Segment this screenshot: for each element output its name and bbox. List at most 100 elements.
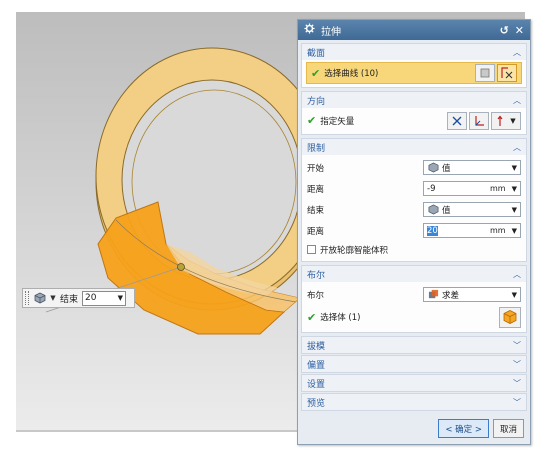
value-cube-icon[interactable] [33,291,47,305]
vector-dialog-button[interactable] [469,111,489,130]
limits-group-body: 开始 值 ▼ 距离 -9 mm ▼ 结束 值 ▼ 距离 20 mm ▼ 开放轮廓… [302,155,526,261]
end-distance-input[interactable]: 20 mm ▼ [423,223,521,238]
end-type-value: 值 [442,205,451,216]
on-screen-input-toolbar: ▼ 结束 20 ▼ [22,288,135,308]
specify-vector-label: 指定矢量 [320,116,355,127]
chevron-down-icon[interactable]: ▼ [512,206,517,214]
open-profile-label: 开放轮廓智能体积 [320,245,389,256]
reverse-direction-button[interactable] [447,111,467,130]
boolean-select[interactable]: 求差 ▼ [423,287,521,302]
section-group-body: ✔ 选择曲线 (10) [302,60,526,87]
end-label: 结束 [307,205,325,216]
start-type-select[interactable]: 值 ▼ [423,160,521,175]
preview-group-header[interactable]: 预览 ﹀ [302,394,526,410]
chevron-down-icon[interactable]: ﹀ [513,397,521,408]
chevron-down-icon[interactable]: ﹀ [513,378,521,389]
direction-group: 方向 ︿ ✔ 指定矢量 ▼ [301,91,527,135]
chevron-down-icon[interactable]: ▼ [49,294,57,302]
specify-vector-row: ✔ 指定矢量 ▼ [307,110,521,131]
limits-group-header[interactable]: 限制 ︿ [302,139,526,155]
boolean-group-body: 布尔 求差 ▼ ✔ 选择体 (1) [302,282,526,332]
start-distance-value: -9 [427,183,436,194]
open-profile-row: 开放轮廓智能体积 [307,241,521,258]
vector-axes-icon [475,115,484,126]
dialog-title: 拉伸 [321,26,341,38]
settings-group-title: 设置 [307,379,326,390]
offset-group-header[interactable]: 偏置 ﹀ [302,356,526,372]
select-curve-button[interactable] [497,64,517,82]
chevron-down-icon[interactable]: ﹀ [513,340,521,351]
sketch-section-button[interactable] [475,64,495,82]
end-distance-label: 距离 [307,226,325,237]
chevron-up-icon[interactable]: ︿ [513,95,521,106]
preview-group-title: 预览 [307,398,326,409]
settings-group-header[interactable]: 设置 ﹀ [302,375,526,391]
extrude-dialog: 拉伸 ↺ ✕ 截面 ︿ ✔ 选择曲线 (10) 方向 ︿ ✔ 指定矢量 ▼ 限制… [297,19,531,445]
checkmark-icon: ✔ [307,114,317,127]
chevron-up-icon[interactable]: ︿ [513,47,521,58]
sketch-icon [480,68,490,78]
preview-group: 预览 ﹀ [301,393,527,411]
open-profile-checkbox[interactable] [307,245,316,254]
ok-button[interactable]: < 确定 > [438,419,489,438]
end-distance-row: 距离 20 mm ▼ [307,220,521,241]
section-group-header[interactable]: 截面 ︿ [302,44,526,60]
boolean-row: 布尔 求差 ▼ [307,284,521,305]
settings-group: 设置 ﹀ [301,374,527,392]
start-row: 开始 值 ▼ [307,157,521,178]
end-distance-input[interactable]: 20 ▼ [82,290,127,306]
boolean-label: 布尔 [307,290,325,301]
chevron-down-icon[interactable]: ▼ [512,227,517,235]
offset-group-title: 偏置 [307,360,326,371]
reverse-direction-icon [452,116,462,125]
chevron-down-icon[interactable]: ▼ [512,291,517,299]
chevron-down-icon[interactable]: ﹀ [513,359,521,370]
select-body-button[interactable] [499,306,521,328]
draft-group-title: 拔模 [307,341,326,352]
draft-group-header[interactable]: 拔模 ﹀ [302,337,526,353]
subtract-icon [427,289,439,301]
curve-select-icon [501,67,513,79]
select-curve-row[interactable]: ✔ 选择曲线 (10) [306,62,522,84]
offset-group: 偏置 ﹀ [301,355,527,373]
gear-icon[interactable] [304,23,315,37]
chevron-down-icon[interactable]: ▼ [118,294,123,302]
direction-group-body: ✔ 指定矢量 ▼ [302,108,526,134]
direction-group-title: 方向 [307,96,326,107]
end-distance-value: 20 [85,293,97,303]
vector-type-dropdown[interactable]: ▼ [491,111,521,130]
start-distance-row: 距离 -9 mm ▼ [307,178,521,199]
end-row: 结束 值 ▼ [307,199,521,220]
end-type-select[interactable]: 值 ▼ [423,202,521,217]
dialog-titlebar[interactable]: 拉伸 ↺ ✕ [298,20,530,40]
boolean-group: 布尔 ︿ 布尔 求差 ▼ ✔ 选择体 (1) [301,265,527,333]
chevron-down-icon[interactable]: ▼ [512,164,517,172]
section-group-title: 截面 [307,48,326,59]
end-unit: mm [490,226,506,235]
cancel-button[interactable]: 取消 [492,419,524,438]
zc-axis-icon [497,115,503,126]
start-label: 开始 [307,163,325,174]
drag-handle[interactable] [25,291,29,305]
boolean-value: 求差 [442,290,460,301]
select-body-label: 选择体 (1) [320,313,361,323]
chevron-down-icon[interactable]: ▼ [512,185,517,193]
limits-group: 限制 ︿ 开始 值 ▼ 距离 -9 mm ▼ 结束 值 ▼ 距离 20 mm ▼… [301,138,527,262]
start-type-value: 值 [442,163,451,174]
chevron-up-icon[interactable]: ︿ [513,269,521,280]
chevron-down-icon[interactable]: ▼ [510,117,515,125]
direction-group-header[interactable]: 方向 ︿ [302,92,526,108]
start-unit: mm [490,184,506,193]
close-icon[interactable]: ✕ [515,24,524,37]
reset-icon[interactable]: ↺ [500,24,509,37]
start-distance-label: 距离 [307,184,325,195]
end-label: 结束 [60,294,79,305]
start-distance-input[interactable]: -9 mm ▼ [423,181,521,196]
chevron-up-icon[interactable]: ︿ [513,142,521,153]
dialog-footer: < 确定 > 取消 [438,419,524,438]
limits-group-title: 限制 [307,143,326,154]
select-body-row: ✔ 选择体 (1) [307,305,521,329]
value-cube-icon [427,162,439,174]
draft-group: 拔模 ﹀ [301,336,527,354]
boolean-group-header[interactable]: 布尔 ︿ [302,266,526,282]
